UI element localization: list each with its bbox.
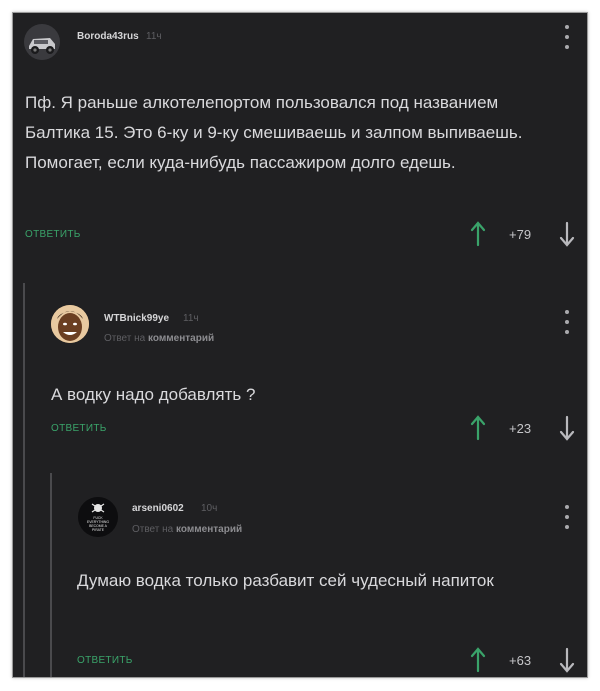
timestamp: 10ч — [201, 503, 218, 514]
menu-dots-icon[interactable] — [564, 310, 570, 334]
comments-panel: Boroda43rus 11ч Пф. Я раньше алкотелепор… — [12, 12, 588, 678]
arrow-up-icon[interactable] — [470, 647, 486, 673]
user-avatar[interactable] — [24, 24, 60, 60]
timestamp: 11ч — [183, 313, 199, 324]
face-avatar-icon — [51, 305, 89, 343]
arrow-down-icon[interactable] — [559, 221, 575, 247]
reply-prefix: Ответ на — [104, 333, 146, 344]
username[interactable]: arseni0602 — [132, 503, 184, 514]
rating-count: +63 — [509, 653, 532, 668]
svg-text:PIRATE: PIRATE — [92, 528, 105, 532]
rating-count: +79 — [509, 227, 532, 242]
comment-text: Пф. Я раньше алкотелепортом пользовался … — [25, 93, 523, 172]
reply-info: Ответ на комментарий — [104, 333, 214, 344]
comment-1: Boroda43rus 11ч Пф. Я раньше алкотелепор… — [13, 13, 587, 283]
arrow-down-icon[interactable] — [559, 415, 575, 441]
menu-dots-icon[interactable] — [564, 25, 570, 49]
reply-button[interactable]: ОТВЕТИТЬ — [51, 423, 107, 434]
reply-target-link[interactable]: комментарий — [176, 524, 242, 535]
comment-text: Думаю водка только разбавит сей чудесный… — [77, 571, 494, 590]
rating-count: +23 — [509, 421, 532, 436]
comment-2: WTBnick99ye 11ч Ответ на комментарий А в… — [13, 283, 587, 473]
user-avatar[interactable]: FUCK EVERYTHING BECOME A PIRATE — [78, 497, 118, 537]
arrow-up-icon[interactable] — [470, 415, 486, 441]
reply-target-link[interactable]: комментарий — [148, 333, 214, 344]
username[interactable]: WTBnick99ye — [104, 313, 169, 324]
reply-prefix: Ответ на — [132, 524, 174, 535]
comment-text: А водку надо добавлять ? — [51, 385, 256, 404]
comment-3: FUCK EVERYTHING BECOME A PIRATE arseni06… — [13, 473, 587, 677]
username[interactable]: Boroda43rus — [77, 31, 139, 42]
arrow-up-icon[interactable] — [470, 221, 486, 247]
reply-button[interactable]: ОТВЕТИТЬ — [25, 229, 81, 240]
reply-button[interactable]: ОТВЕТИТЬ — [77, 655, 133, 666]
reply-info: Ответ на комментарий — [132, 524, 242, 535]
skull-avatar-icon: FUCK EVERYTHING BECOME A PIRATE — [78, 497, 118, 537]
user-avatar[interactable] — [51, 305, 89, 343]
car-avatar-icon — [24, 24, 60, 60]
arrow-down-icon[interactable] — [559, 647, 575, 673]
timestamp: 11ч — [146, 31, 162, 42]
menu-dots-icon[interactable] — [564, 505, 570, 529]
